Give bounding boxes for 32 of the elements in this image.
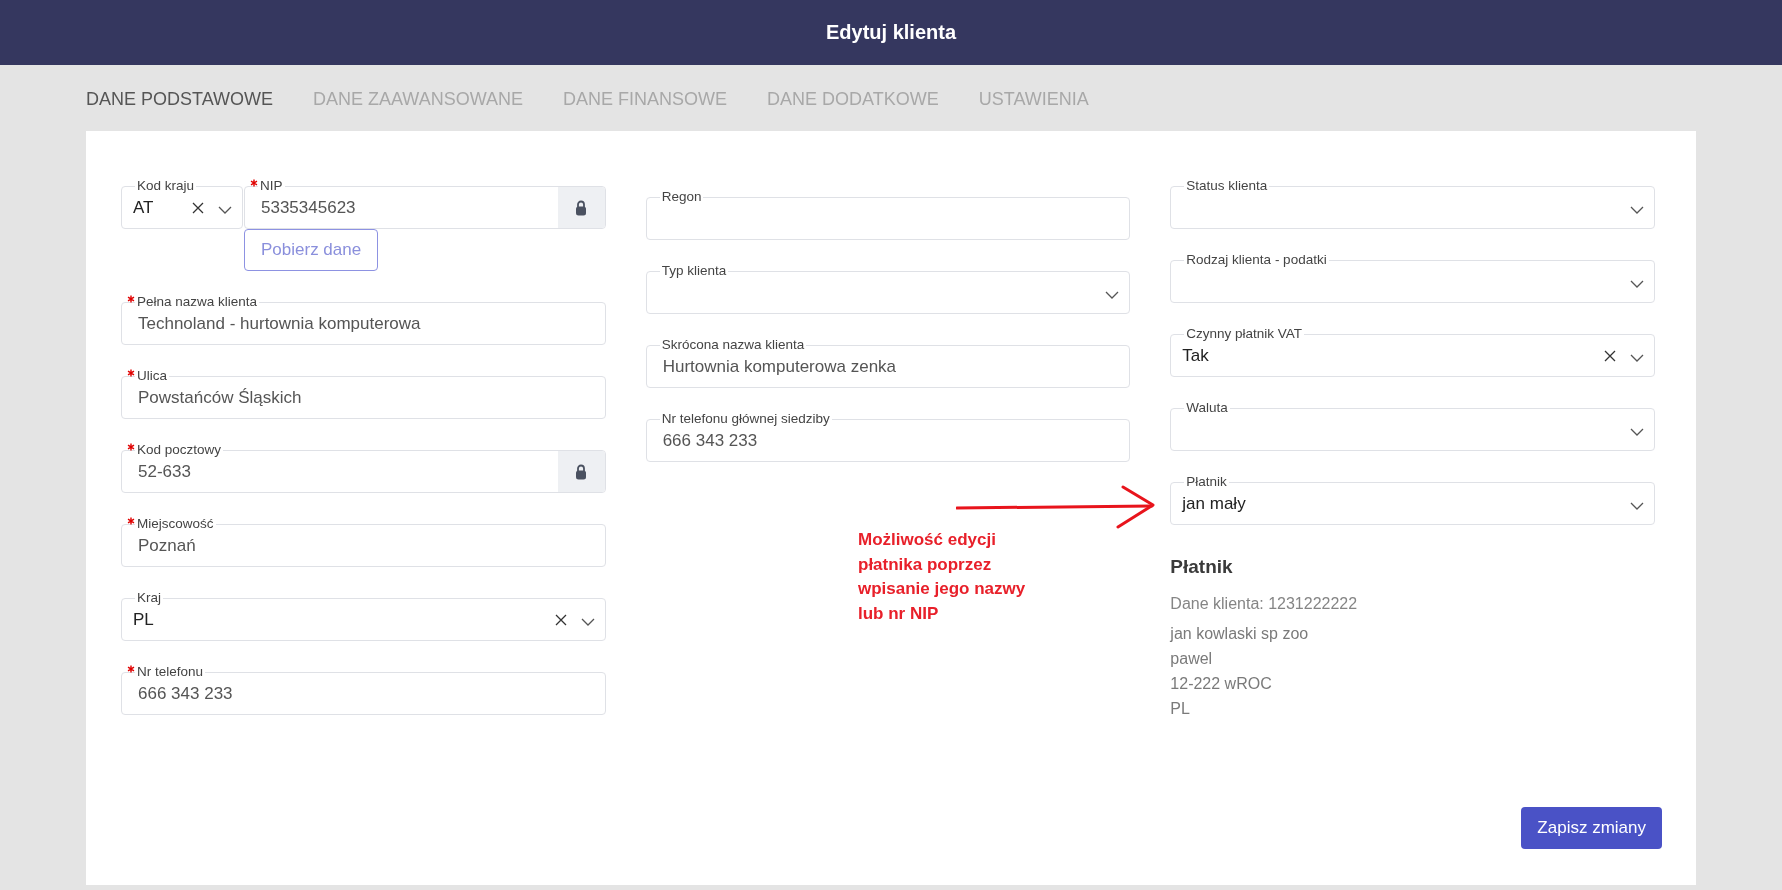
chevron-down-icon[interactable] xyxy=(1630,501,1644,510)
address-line: 12-222 wROC xyxy=(1170,674,1272,694)
clear-icon[interactable] xyxy=(192,201,204,214)
chevron-down-icon[interactable] xyxy=(1630,353,1644,362)
chevron-down-icon[interactable] xyxy=(580,617,595,626)
address-line: PL xyxy=(1170,699,1190,719)
lock-icon xyxy=(575,463,588,480)
client-data-text: Dane klienta: 1231222222 xyxy=(1170,594,1359,614)
chevron-down-icon[interactable] xyxy=(1630,279,1644,288)
chevron-down-icon[interactable] xyxy=(218,205,232,214)
address-line: jan kowlaski sp zoo xyxy=(1170,624,1309,644)
field-label: Rodzaj klienta - podatki xyxy=(1184,252,1329,268)
field-label: Czynny płatnik VAT xyxy=(1184,326,1305,342)
field-label: Nr telefonu głównej siedziby xyxy=(659,411,832,427)
chevron-down-icon[interactable] xyxy=(1105,290,1120,299)
address-line: pawel xyxy=(1170,649,1213,669)
save-button[interactable]: Zapisz zmiany xyxy=(1521,807,1662,849)
lock-icon xyxy=(575,199,588,216)
field-label: Kod kraju xyxy=(135,178,197,194)
section-heading: Płatnik xyxy=(1170,556,1234,578)
chevron-down-icon[interactable] xyxy=(1630,427,1644,436)
field-label: Regon xyxy=(659,189,704,205)
field-label: Kod pocztowy xyxy=(135,442,224,458)
clear-icon[interactable] xyxy=(1604,349,1616,362)
field-label: Kraj xyxy=(135,590,163,606)
tab[interactable]: DANE PODSTAWOWE xyxy=(86,88,273,110)
field-label: Typ klienta xyxy=(659,263,729,279)
clear-icon[interactable] xyxy=(554,613,567,626)
page-title: Edytuj klienta xyxy=(826,21,956,44)
chevron-down-icon[interactable] xyxy=(1630,205,1644,214)
annotation-text: Możliwość edycji płatnika poprzez wpisanie jego nazwy lub nr NIP xyxy=(858,529,1027,625)
field-label: Miejscowość xyxy=(135,516,216,532)
